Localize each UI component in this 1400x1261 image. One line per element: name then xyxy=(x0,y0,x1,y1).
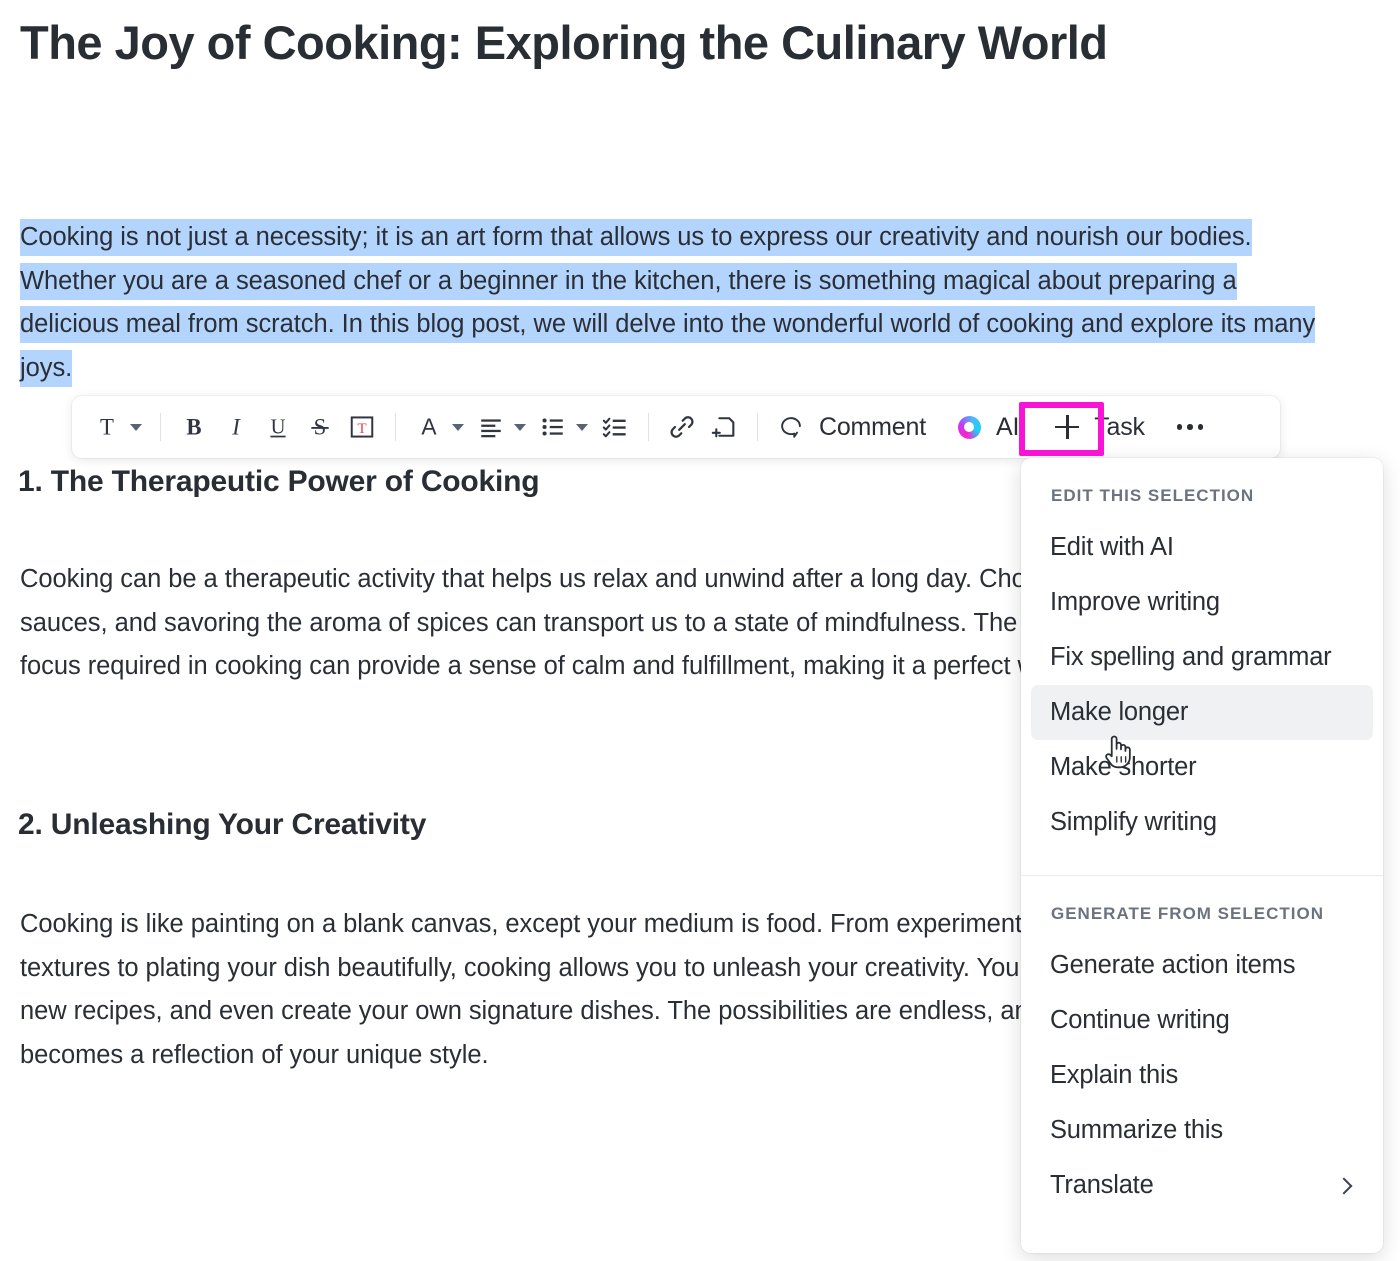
menu-item-label: Summarize this xyxy=(1050,1116,1223,1144)
menu-item-label: Explain this xyxy=(1050,1061,1179,1089)
menu-item-translate[interactable]: Translate xyxy=(1031,1158,1373,1213)
bullet-list-icon[interactable] xyxy=(532,406,574,448)
selection-highlight: Cooking is not just a necessity; it is a… xyxy=(20,219,1315,387)
toolbar-divider xyxy=(648,413,649,441)
menu-item-label: Simplify writing xyxy=(1050,808,1217,836)
toolbar-divider xyxy=(160,413,161,441)
menu-item-label: Improve writing xyxy=(1050,588,1220,616)
bold-button[interactable]: B xyxy=(173,406,215,448)
ai-menu-section-header: GENERATE FROM SELECTION xyxy=(1051,904,1324,923)
svg-text:T: T xyxy=(357,420,366,437)
menu-item-continue-writing[interactable]: Continue writing xyxy=(1031,993,1373,1048)
svg-text:U: U xyxy=(271,417,286,439)
page-title: The Joy of Cooking: Exploring the Culina… xyxy=(20,16,1108,69)
menu-item-make-longer[interactable]: Make longer xyxy=(1031,685,1373,740)
menu-item-label: Edit with AI xyxy=(1050,533,1174,561)
toolbar-divider xyxy=(757,413,758,441)
italic-button[interactable]: I xyxy=(215,406,257,448)
menu-item-improve-writing[interactable]: Improve writing xyxy=(1031,575,1373,630)
list-chevron-down-icon[interactable] xyxy=(576,423,588,431)
ai-button[interactable]: AI xyxy=(950,405,1033,449)
svg-text:B: B xyxy=(186,415,201,440)
strikethrough-button[interactable]: S xyxy=(299,406,341,448)
menu-item-label: Generate action items xyxy=(1050,951,1296,979)
plus-icon xyxy=(1055,415,1080,439)
comment-icon xyxy=(781,417,801,438)
menu-item-simplify-writing[interactable]: Simplify writing xyxy=(1031,795,1373,850)
ai-menu-section-header: EDIT THIS SELECTION xyxy=(1051,486,1255,505)
menu-item-edit-with-ai[interactable]: Edit with AI xyxy=(1031,520,1373,575)
chevron-right-icon xyxy=(1335,1177,1353,1194)
align-chevron-down-icon[interactable] xyxy=(514,423,526,431)
menu-item-fix-spelling-and-grammar[interactable]: Fix spelling and grammar xyxy=(1031,630,1373,685)
ai-menu-section-edit: EDIT THIS SELECTION Edit with AI Improve… xyxy=(1021,458,1383,862)
text-style-chevron-down-icon[interactable] xyxy=(130,423,142,431)
menu-item-generate-action-items[interactable]: Generate action items xyxy=(1031,938,1373,993)
menu-item-make-shorter[interactable]: Make shorter xyxy=(1031,740,1373,795)
toolbar-divider xyxy=(395,413,396,441)
section-heading-2: 2. Unleashing Your Creativity xyxy=(18,808,427,841)
add-task-button[interactable]: Task xyxy=(1047,405,1159,449)
align-left-icon[interactable] xyxy=(470,406,512,448)
ai-button-wrapper: AI xyxy=(940,405,1033,449)
ai-menu-section-generate: GENERATE FROM SELECTION Generate action … xyxy=(1021,876,1383,1225)
font-color-button[interactable]: A xyxy=(408,406,450,448)
comment-label: Comment xyxy=(819,412,926,441)
task-label: Task xyxy=(1094,412,1145,441)
link-icon[interactable] xyxy=(661,406,703,448)
svg-text:I: I xyxy=(231,415,241,440)
ai-dropdown-menu: EDIT THIS SELECTION Edit with AI Improve… xyxy=(1021,458,1383,1253)
menu-item-label: Make shorter xyxy=(1050,753,1197,781)
font-color-chevron-down-icon[interactable] xyxy=(452,423,464,431)
menu-item-label: Make longer xyxy=(1050,698,1189,726)
menu-item-label: Fix spelling and grammar xyxy=(1050,643,1332,671)
comment-button[interactable]: Comment xyxy=(770,405,940,449)
ai-sparkle-icon xyxy=(957,415,981,439)
svg-text:T: T xyxy=(100,415,114,440)
checklist-icon[interactable] xyxy=(594,406,636,448)
section-heading-1: 1. The Therapeutic Power of Cooking xyxy=(18,465,540,498)
add-page-icon[interactable] xyxy=(703,406,745,448)
menu-item-explain-this[interactable]: Explain this xyxy=(1031,1048,1373,1103)
svg-text:A: A xyxy=(421,414,437,440)
underline-button[interactable]: U xyxy=(257,406,299,448)
formatting-toolbar: T B I U S xyxy=(72,396,1280,458)
document-editor-page: The Joy of Cooking: Exploring the Culina… xyxy=(0,0,1400,1261)
menu-item-label: Translate xyxy=(1050,1171,1154,1199)
menu-item-summarize-this[interactable]: Summarize this xyxy=(1031,1103,1373,1158)
more-options-icon[interactable] xyxy=(1169,424,1212,430)
ai-label: AI xyxy=(995,412,1020,441)
selected-paragraph[interactable]: Cooking is not just a necessity; it is a… xyxy=(20,216,1320,390)
text-style-icon[interactable]: T xyxy=(86,406,128,448)
menu-item-label: Continue writing xyxy=(1050,1006,1230,1034)
highlight-color-button[interactable]: T xyxy=(341,406,383,448)
